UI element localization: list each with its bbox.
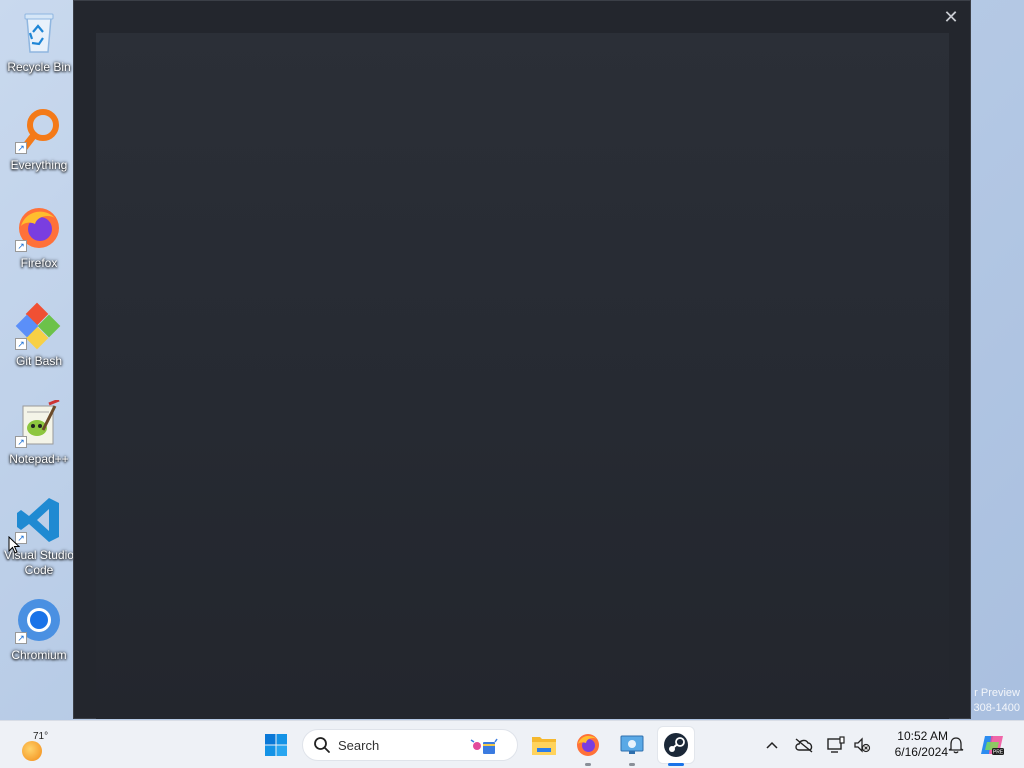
app-window: ✕ [73,0,971,719]
shortcut-arrow-icon: ↗ [15,436,27,448]
desktop-icons: Recycle Bin ↗ Everything ↗ Firefox ↗ Git… [0,0,78,720]
tray-volume[interactable] [850,733,874,757]
watermark-line-1: r Preview [974,687,1020,699]
os-build-watermark: r Preview 308-1400 [974,686,1021,716]
start-button[interactable] [258,727,294,763]
desktop-icon-label: Chromium [11,648,67,662]
search-highlight-icon [470,738,498,754]
vscode-icon: ↗ [15,496,63,544]
taskbar: 71° Search 10:52 AM 6/16/2024 PRE [0,720,1024,768]
shortcut-arrow-icon: ↗ [15,338,27,350]
svg-text:PRE: PRE [993,750,1004,756]
desktop-icon-recycle-bin[interactable]: Recycle Bin [0,8,78,75]
firefox-icon [577,734,599,756]
desktop-icon-firefox[interactable]: ↗ Firefox [0,204,78,271]
cloud-offline-icon [795,738,813,753]
steam-icon [664,733,688,757]
taskbar-search-box[interactable]: Search [302,729,518,761]
desktop-icon-label: Firefox [20,256,58,270]
taskbar-remote-desktop[interactable] [614,727,650,766]
search-icon [314,737,330,753]
tray-onedrive[interactable] [792,733,816,757]
remote-desktop-icon [620,735,644,754]
running-indicator [585,763,591,766]
desktop-icon-label: Notepad++ [9,452,69,466]
active-indicator [668,763,684,766]
watermark-line-2: 308-1400 [973,702,1021,714]
copilot-icon: PRE [981,736,1004,756]
window-content-area [96,33,949,719]
weather-sun-icon [22,741,42,761]
close-icon: ✕ [943,7,959,27]
desktop-icon-git-bash[interactable]: ↗ Git Bash [0,302,78,369]
shortcut-arrow-icon: ↗ [15,142,27,154]
close-button[interactable]: ✕ [938,5,964,29]
volume-muted-icon [854,737,871,753]
network-monitor-icon [827,736,845,753]
weather-widget[interactable]: 71° [18,729,58,761]
desktop-icon-chromium[interactable]: ↗ Chromium [0,596,78,663]
notifications-button[interactable] [944,733,968,757]
running-indicator [629,763,635,766]
copilot-button[interactable]: PRE [978,731,1006,759]
taskbar-firefox[interactable] [570,727,606,766]
search-label: Search [338,738,380,753]
windows-logo-icon [265,734,287,756]
notepadpp-icon: ↗ [15,398,63,448]
desktop-icon-notepadpp[interactable]: ↗ Notepad++ [0,398,78,467]
clock-time: 10:52 AM [897,729,948,743]
taskbar-clock[interactable]: 10:52 AM 6/16/2024 [878,728,948,760]
bell-icon [948,737,964,754]
firefox-icon: ↗ [15,204,63,252]
shortcut-arrow-icon: ↗ [15,240,27,252]
taskbar-steam[interactable] [658,727,694,766]
desktop-icon-label: Git Bash [15,354,63,368]
mouse-cursor-icon [8,536,20,554]
everything-search-icon: ↗ [15,106,63,154]
tray-network[interactable] [824,733,848,757]
desktop-icon-everything[interactable]: ↗ Everything [0,106,78,173]
chevron-up-icon [766,741,778,749]
chromium-icon: ↗ [15,596,63,644]
clock-date: 6/16/2024 [894,745,948,759]
folder-icon [532,737,556,755]
desktop-icon-label: Everything [10,158,68,172]
taskbar-file-explorer[interactable] [526,727,562,763]
recycle-bin-icon [15,8,63,56]
desktop-icon-label: Recycle Bin [7,60,71,74]
git-bash-icon: ↗ [15,302,63,350]
shortcut-arrow-icon: ↗ [15,632,27,644]
weather-temperature: 71° [33,731,49,742]
tray-overflow-button[interactable] [760,733,784,757]
